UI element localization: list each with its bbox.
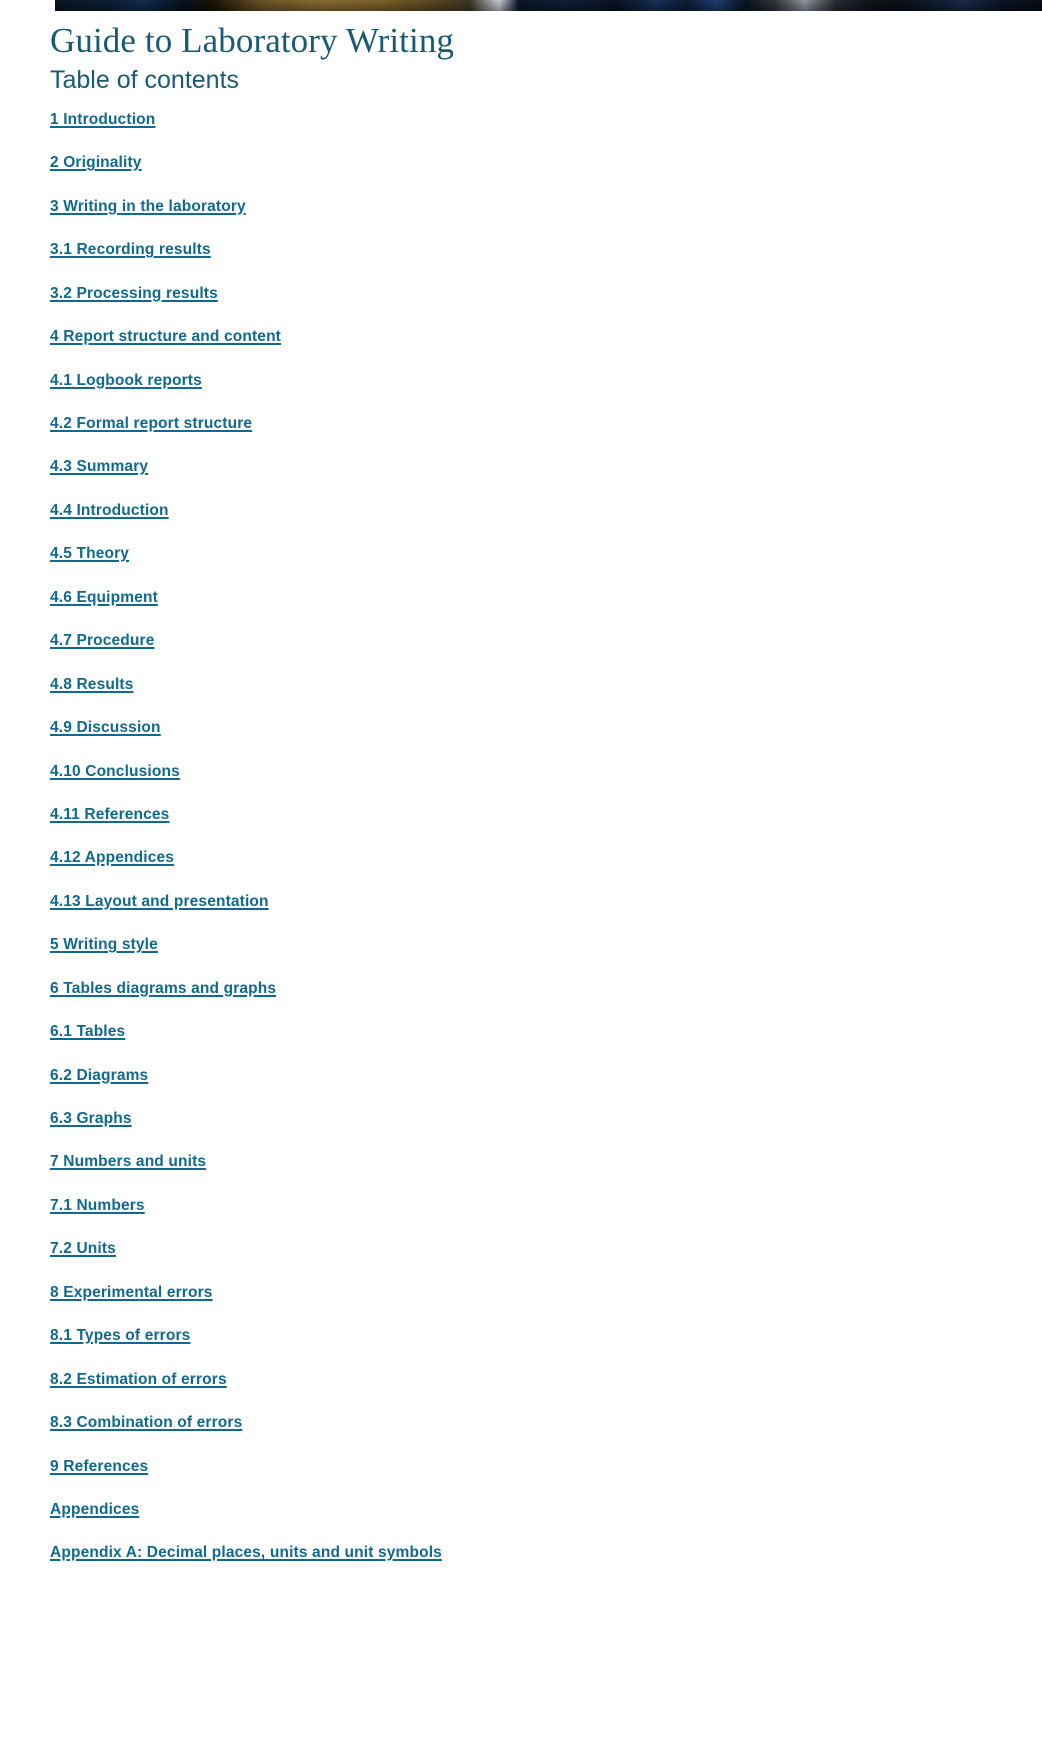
toc-list-item: 3 Writing in the laboratory — [50, 197, 1042, 240]
table-of-contents-list: 1 Introduction 2 Originality 3 Writing in … — [0, 95, 1042, 1587]
toc-link[interactable]: 4.9 Discussion — [50, 719, 161, 736]
toc-link[interactable]: 7 Numbers and units — [50, 1153, 206, 1170]
toc-link[interactable]: 5 Writing style — [50, 936, 158, 953]
toc-list-item: 8.1 Types of errors — [50, 1326, 1042, 1369]
banner-gradient-overlay — [55, 0, 1042, 11]
toc-link[interactable]: 4.1 Logbook reports — [50, 372, 202, 389]
table-of-contents-heading: Table of contents — [50, 65, 240, 94]
toc-link[interactable]: 4.10 Conclusions — [50, 763, 180, 780]
toc-link[interactable]: 4.13 Layout and presentation — [50, 893, 269, 910]
toc-link[interactable]: 6 Tables diagrams and graphs — [50, 980, 276, 997]
toc-list-item: 6.2 Diagrams — [50, 1066, 1042, 1109]
toc-link[interactable]: 2 Originality — [50, 154, 142, 171]
toc-list-item: 7 Numbers and units — [50, 1152, 1042, 1195]
toc-list-item: 4.8 Results — [50, 675, 1042, 718]
toc-link[interactable]: 8.2 Estimation of errors — [50, 1371, 227, 1388]
toc-link[interactable]: 3 Writing in the laboratory — [50, 198, 246, 215]
toc-link[interactable]: 8.1 Types of errors — [50, 1327, 190, 1344]
toc-link[interactable]: 6.3 Graphs — [50, 1110, 132, 1127]
toc-link[interactable]: 4.8 Results — [50, 676, 134, 693]
toc-list-item: 4.12 Appendices — [50, 848, 1042, 891]
toc-list-item: 1 Introduction — [50, 110, 1042, 153]
toc-list-item: 4 Report structure and content — [50, 327, 1042, 370]
toc-list-item: 9 References — [50, 1457, 1042, 1500]
toc-list-item: 4.4 Introduction — [50, 501, 1042, 544]
toc-link[interactable]: 7.2 Units — [50, 1240, 116, 1257]
toc-list-item: 2 Originality — [50, 153, 1042, 196]
toc-link[interactable]: 7.1 Numbers — [50, 1197, 145, 1214]
header-banner-image — [55, 0, 1042, 11]
toc-link[interactable]: Appendix A: Decimal places, units and un… — [50, 1544, 442, 1561]
toc-list-item: 5 Writing style — [50, 935, 1042, 978]
toc-list-item: 8.2 Estimation of errors — [50, 1370, 1042, 1413]
toc-link[interactable]: 8.3 Combination of errors — [50, 1414, 242, 1431]
toc-list-item: 4.13 Layout and presentation — [50, 892, 1042, 935]
toc-list-item: 3.2 Processing results — [50, 284, 1042, 327]
toc-link[interactable]: 4.12 Appendices — [50, 849, 174, 866]
page-title: Guide to Laboratory Writing — [50, 21, 455, 60]
toc-list-item: Appendices — [50, 1500, 1042, 1543]
toc-link[interactable]: 4.11 References — [50, 806, 169, 823]
toc-list-item: 7.2 Units — [50, 1239, 1042, 1282]
toc-link[interactable]: 4.3 Summary — [50, 458, 148, 475]
toc-link[interactable]: 8 Experimental errors — [50, 1284, 213, 1301]
toc-link[interactable]: 3.2 Processing results — [50, 285, 218, 302]
toc-link[interactable]: 4.6 Equipment — [50, 589, 158, 606]
toc-list-item: 4.5 Theory — [50, 544, 1042, 587]
toc-link[interactable]: 4.5 Theory — [50, 545, 129, 562]
toc-list-item: 3.1 Recording results — [50, 240, 1042, 283]
toc-link[interactable]: 1 Introduction — [50, 111, 155, 128]
toc-list-item: 6 Tables diagrams and graphs — [50, 979, 1042, 1022]
toc-list-item: 8.3 Combination of errors — [50, 1413, 1042, 1456]
toc-link[interactable]: 3.1 Recording results — [50, 241, 211, 258]
toc-link[interactable]: 6.2 Diagrams — [50, 1067, 148, 1084]
toc-list-item: 4.6 Equipment — [50, 588, 1042, 631]
toc-link[interactable]: 4.7 Procedure — [50, 632, 154, 649]
toc-list-item: 8 Experimental errors — [50, 1283, 1042, 1326]
toc-list-item: 4.7 Procedure — [50, 631, 1042, 674]
toc-list-item: 4.1 Logbook reports — [50, 371, 1042, 414]
toc-list-item: 4.11 References — [50, 805, 1042, 848]
toc-list-item: 7.1 Numbers — [50, 1196, 1042, 1239]
toc-link[interactable]: 9 References — [50, 1458, 148, 1475]
toc-list-item: 4.3 Summary — [50, 457, 1042, 500]
page-content: Guide to Laboratory Writing Table of con… — [0, 11, 1042, 1587]
toc-list-item: 4.9 Discussion — [50, 718, 1042, 761]
toc-list-item: 6.1 Tables — [50, 1022, 1042, 1065]
toc-link[interactable]: 4 Report structure and content — [50, 328, 281, 345]
toc-link[interactable]: 6.1 Tables — [50, 1023, 125, 1040]
toc-list-item: 4.10 Conclusions — [50, 762, 1042, 805]
toc-link[interactable]: Appendices — [50, 1501, 139, 1518]
toc-list-item: 6.3 Graphs — [50, 1109, 1042, 1152]
toc-link[interactable]: 4.2 Formal report structure — [50, 415, 252, 432]
toc-list-item: 4.2 Formal report structure — [50, 414, 1042, 457]
toc-link[interactable]: 4.4 Introduction — [50, 502, 169, 519]
toc-list-item: Appendix A: Decimal places, units and un… — [50, 1543, 1042, 1586]
